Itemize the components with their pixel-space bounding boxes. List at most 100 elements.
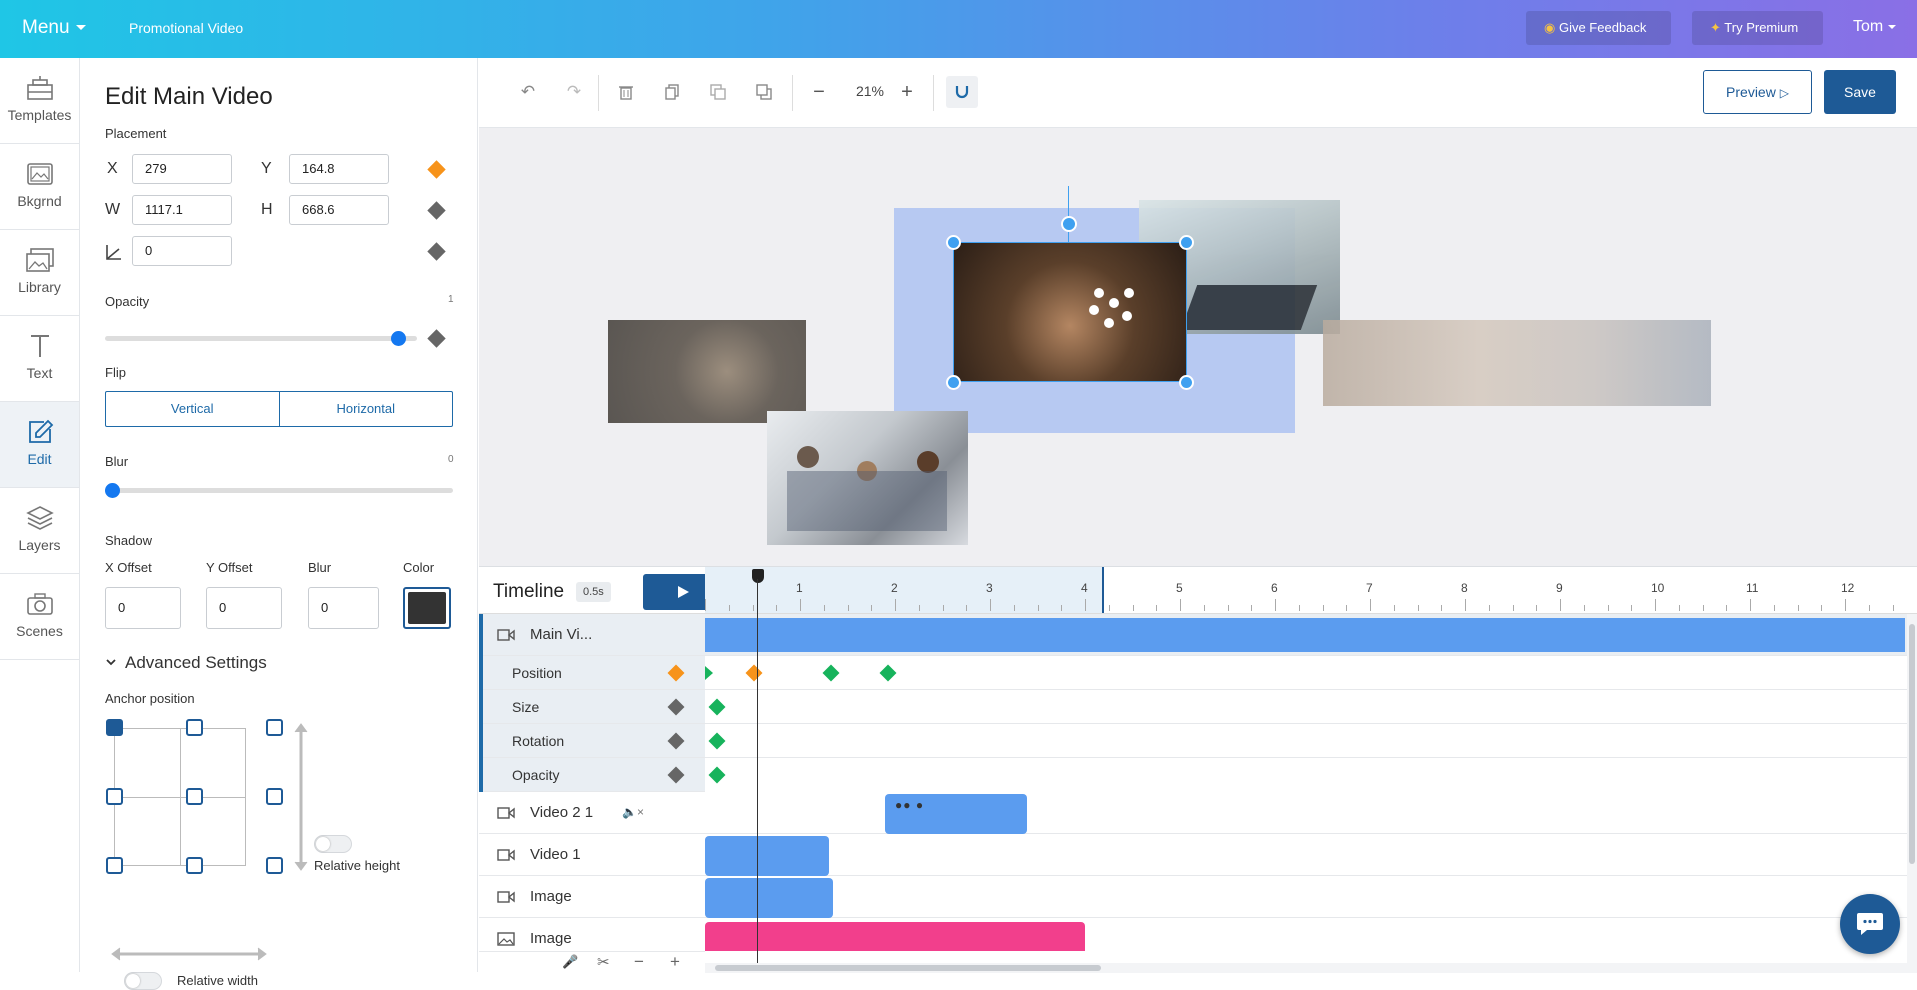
flip-horizontal-button[interactable]: Horizontal	[278, 392, 453, 426]
timeline-zoom-in-icon[interactable]: +	[670, 952, 680, 972]
chevron-down-icon[interactable]	[105, 656, 117, 668]
shadow-blur-input[interactable]: 0	[308, 587, 379, 629]
add-keyframe-icon[interactable]	[667, 766, 685, 784]
video-2-1-clip-bar[interactable]: ●● ●	[885, 794, 1027, 834]
project-title[interactable]: Promotional Video	[129, 20, 243, 36]
opacity-keyframe-icon[interactable]	[427, 329, 446, 348]
nav-text[interactable]: Text	[0, 316, 79, 402]
give-feedback-button[interactable]: ◉ Give Feedback	[1526, 11, 1671, 45]
track-row-video-2-1[interactable]: Video 2 1 🔈× ●● ●	[479, 792, 1917, 834]
size-keyframe-icon[interactable]	[427, 201, 446, 220]
track-row-image-1[interactable]: Image	[479, 876, 1917, 918]
advanced-settings-toggle[interactable]: Advanced Settings	[125, 653, 267, 673]
anchor-center[interactable]	[186, 788, 203, 805]
blur-slider-thumb[interactable]	[105, 483, 120, 498]
anchor-top-right[interactable]	[266, 719, 283, 736]
sparkle-image[interactable]	[608, 320, 806, 423]
track-name: Position	[512, 665, 562, 681]
flip-vertical-button[interactable]: Vertical	[106, 392, 279, 426]
mute-icon[interactable]: 🔈×	[622, 805, 644, 819]
width-input[interactable]: 1117.1	[132, 195, 232, 225]
redo-icon[interactable]: ↷	[563, 81, 585, 103]
delete-icon[interactable]	[618, 84, 634, 100]
resize-handle-bottom-right[interactable]	[1179, 375, 1194, 390]
preview-button[interactable]: Preview ▷	[1703, 70, 1812, 114]
track-row-image-2[interactable]: Image	[479, 918, 1917, 951]
opacity-slider[interactable]	[105, 336, 417, 341]
add-keyframe-icon[interactable]	[667, 698, 685, 716]
anchor-middle-left[interactable]	[106, 788, 123, 805]
timeline-zoom-out-icon[interactable]: −	[634, 952, 644, 972]
scrollbar-thumb[interactable]	[1909, 624, 1915, 864]
rotation-keyframe[interactable]	[708, 732, 726, 750]
anchor-top-left[interactable]	[106, 719, 123, 736]
rotation-keyframe-icon[interactable]	[427, 242, 446, 261]
height-input[interactable]: 668.6	[289, 195, 389, 225]
scrollbar-thumb[interactable]	[715, 965, 1101, 971]
scissors-icon[interactable]: ✂	[597, 953, 610, 971]
hand-phone-image[interactable]	[1323, 320, 1711, 406]
bring-forward-icon[interactable]	[756, 84, 772, 100]
nav-background[interactable]: Bkgrnd	[0, 144, 79, 230]
anchor-top-center[interactable]	[186, 719, 203, 736]
nav-edit[interactable]: Edit	[0, 402, 79, 488]
save-button[interactable]: Save	[1824, 70, 1896, 114]
try-premium-button[interactable]: ✦ Try Premium	[1692, 11, 1823, 45]
resize-handle-top-left[interactable]	[946, 235, 961, 250]
zoom-out-icon[interactable]: −	[808, 81, 830, 103]
main-video-clip-bar[interactable]	[705, 618, 1905, 652]
video-1-clip-bar[interactable]	[705, 836, 829, 876]
nav-scenes[interactable]: Scenes	[0, 574, 79, 660]
track-row-main-video[interactable]: Main Vi...	[479, 614, 1917, 656]
resize-handle-bottom-left[interactable]	[946, 375, 961, 390]
vertical-scrollbar[interactable]	[1907, 614, 1917, 963]
size-keyframe[interactable]	[708, 698, 726, 716]
undo-icon[interactable]: ↶	[517, 81, 539, 103]
blur-slider[interactable]	[105, 488, 453, 493]
selected-main-video[interactable]	[953, 242, 1187, 382]
anchor-bottom-left[interactable]	[106, 857, 123, 874]
nav-layers[interactable]: Layers	[0, 488, 79, 574]
opacity-slider-thumb[interactable]	[391, 331, 406, 346]
image-clip-bar[interactable]	[705, 878, 833, 918]
zoom-in-icon[interactable]: +	[896, 81, 918, 103]
keyframe-start-marker[interactable]	[705, 666, 713, 680]
add-keyframe-icon[interactable]	[667, 732, 685, 750]
shadow-y-input[interactable]: 0	[206, 587, 282, 629]
resize-handle-top-right[interactable]	[1179, 235, 1194, 250]
nav-library[interactable]: Library	[0, 230, 79, 316]
ruler-tick	[1037, 605, 1039, 611]
relative-width-toggle[interactable]	[124, 972, 162, 990]
copy-icon[interactable]	[664, 84, 680, 100]
nav-templates[interactable]: Templates	[0, 58, 79, 144]
meeting-image[interactable]	[767, 411, 968, 545]
anchor-bottom-right[interactable]	[266, 857, 283, 874]
rotation-input[interactable]: 0	[132, 236, 232, 266]
menu-button[interactable]: Menu	[22, 17, 86, 39]
position-keyframe-icon[interactable]	[427, 160, 446, 179]
playhead-handle[interactable]	[752, 569, 764, 583]
rotate-handle[interactable]	[1061, 216, 1077, 232]
anchor-bottom-center[interactable]	[186, 857, 203, 874]
top-bar: Menu Promotional Video ◉ Give Feedback ✦…	[0, 0, 1917, 58]
canvas-stage[interactable]	[479, 128, 1917, 566]
opacity-keyframe[interactable]	[708, 766, 726, 784]
user-menu[interactable]: Tom	[1853, 18, 1896, 36]
anchor-middle-right[interactable]	[266, 788, 283, 805]
image-clip-bar-pink[interactable]	[705, 922, 1085, 951]
microphone-icon[interactable]: 🎤	[562, 954, 578, 970]
snap-magnet-button[interactable]	[946, 76, 978, 108]
x-input[interactable]: 279	[132, 154, 232, 184]
track-row-video-1[interactable]: Video 1	[479, 834, 1917, 876]
add-keyframe-icon[interactable]	[667, 664, 685, 682]
shadow-x-input[interactable]: 0	[105, 587, 181, 629]
y-input[interactable]: 164.8	[289, 154, 389, 184]
send-backward-icon[interactable]	[710, 84, 726, 100]
position-keyframe[interactable]	[822, 664, 840, 682]
chat-support-button[interactable]	[1840, 894, 1900, 954]
position-keyframe[interactable]	[879, 664, 897, 682]
timeline-step-badge[interactable]: 0.5s	[576, 582, 611, 602]
shadow-color-picker[interactable]	[403, 587, 451, 629]
position-keyframe[interactable]	[745, 664, 763, 682]
relative-height-toggle[interactable]	[314, 835, 352, 853]
